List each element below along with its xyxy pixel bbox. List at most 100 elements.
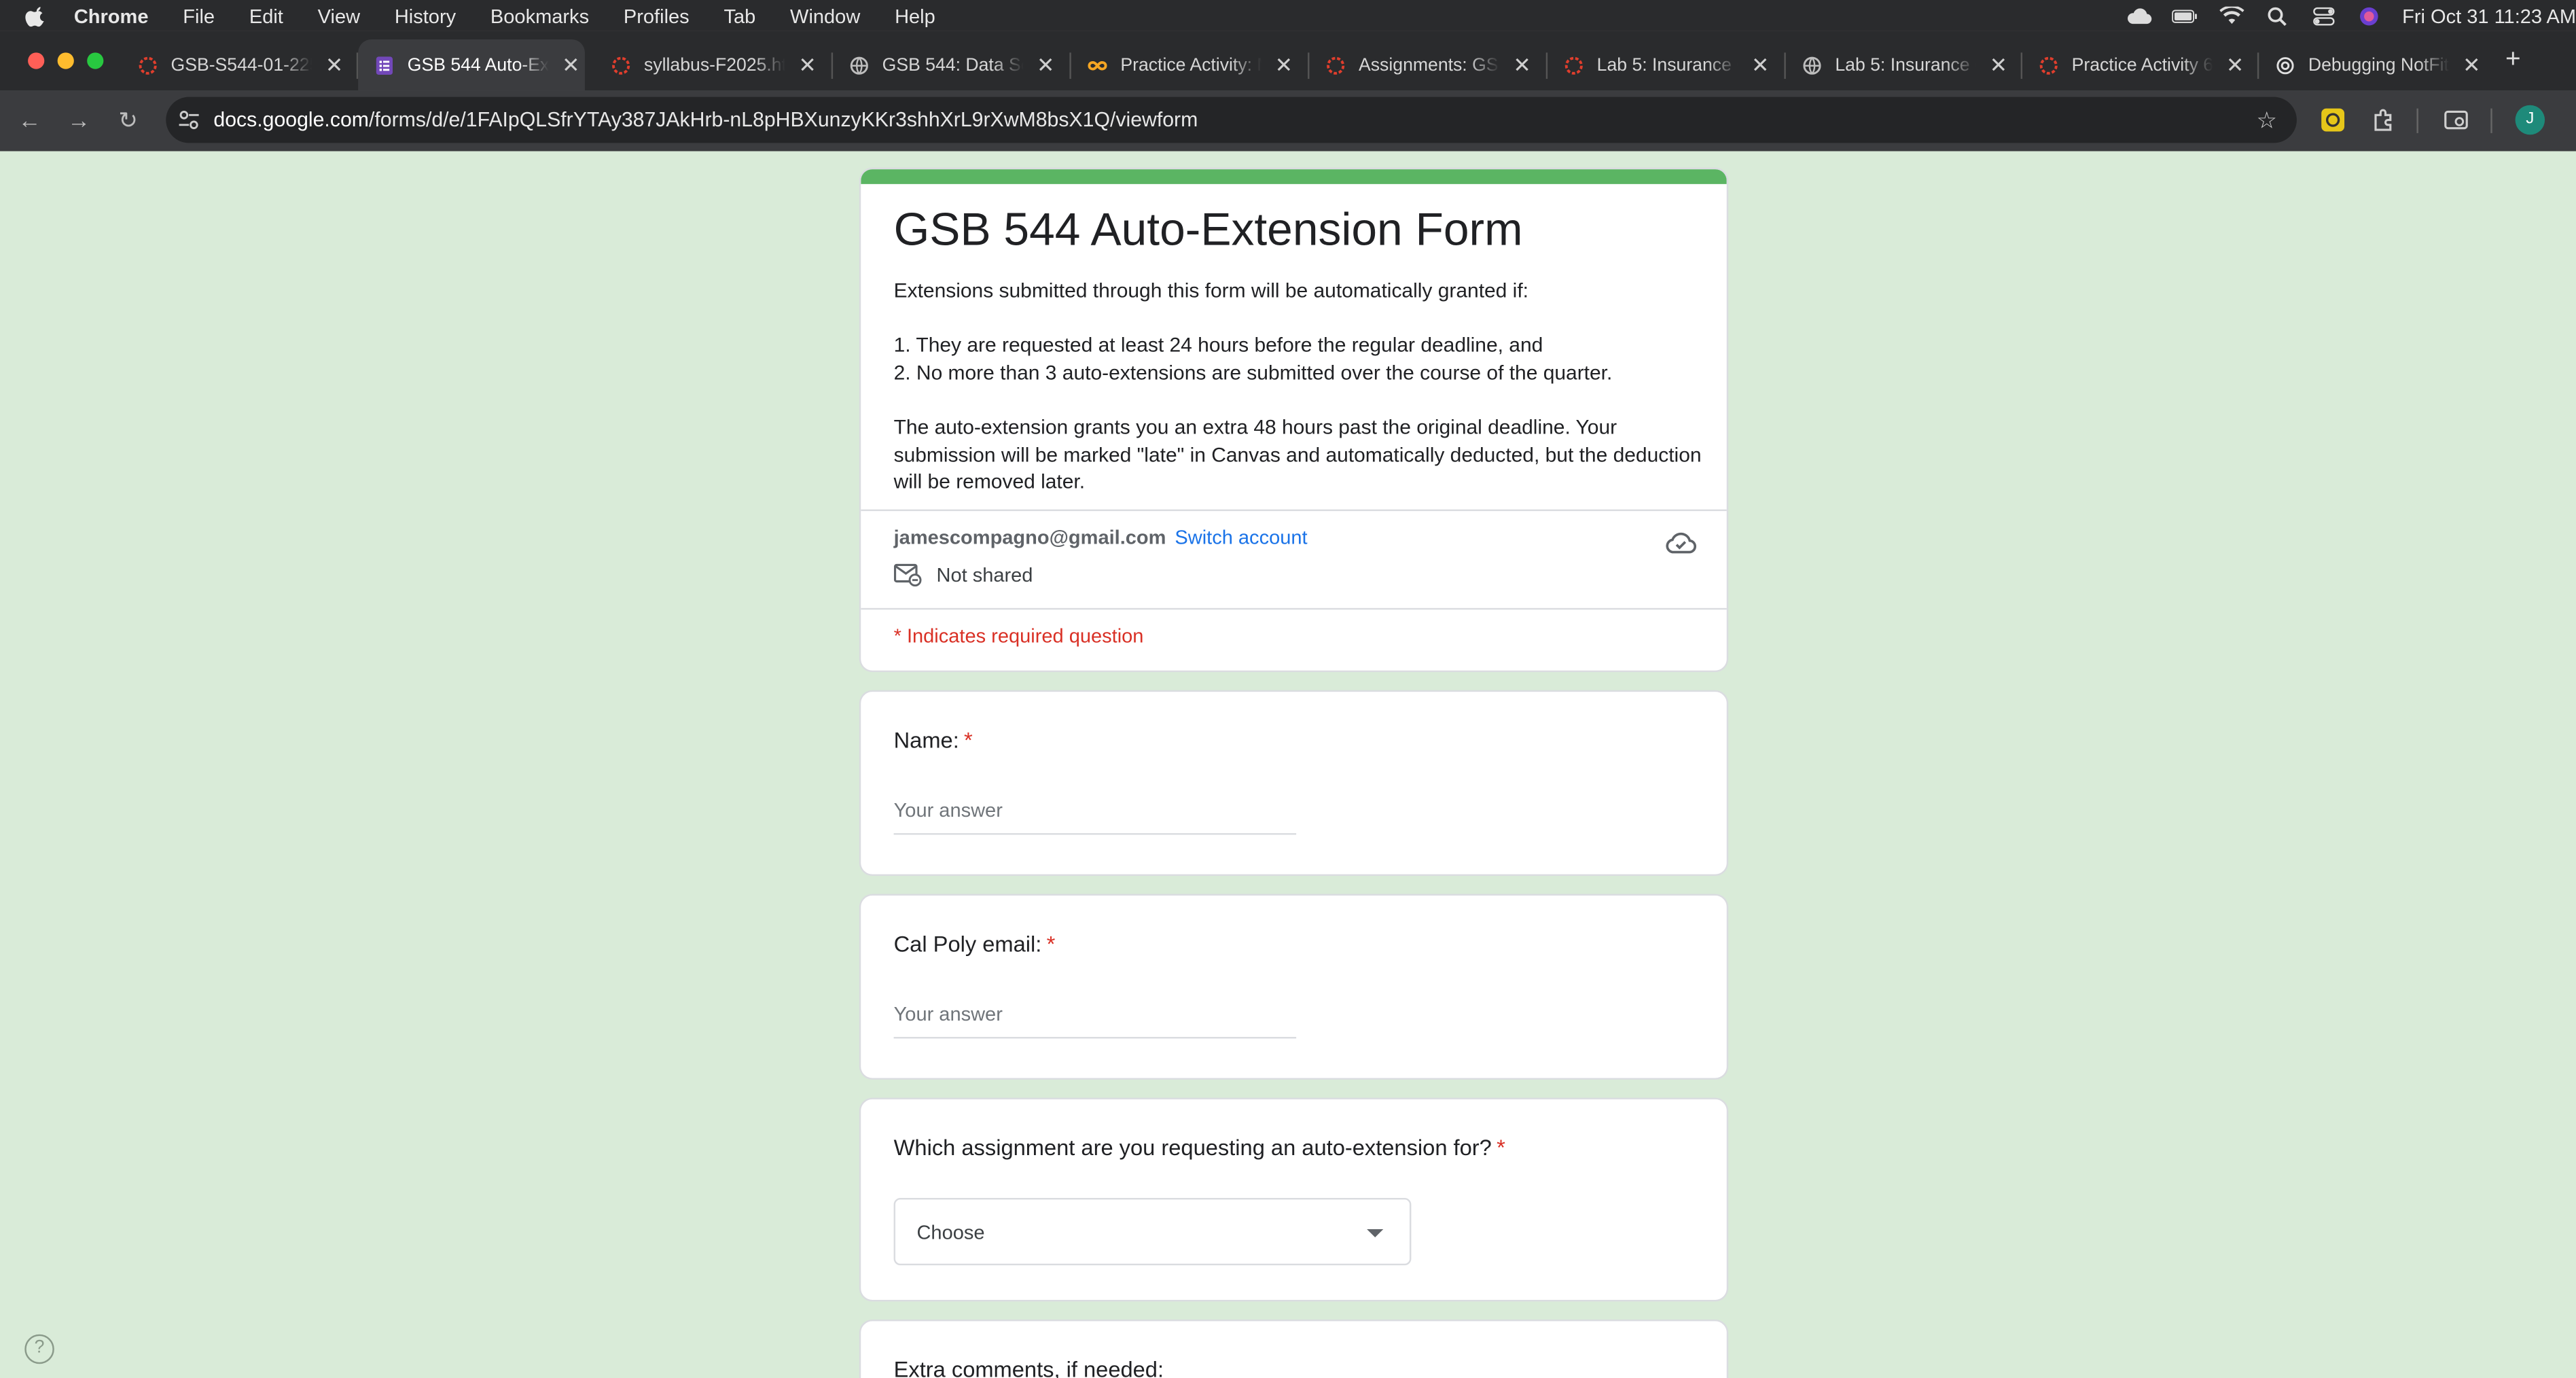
description-rule-1: 1. They are requested at least 24 hours … [893,334,1543,357]
menu-bookmarks[interactable]: Bookmarks [490,4,589,27]
question-name-label: Name: * [893,728,973,753]
canvas-icon [1564,56,1583,74]
new-tab-button[interactable]: + [2505,46,2521,76]
icloud-icon[interactable] [2126,4,2153,27]
back-arrow-icon[interactable]: ← [16,107,43,133]
close-icon[interactable]: ✕ [1275,52,1293,78]
close-window-button[interactable] [28,52,45,69]
menu-help[interactable]: Help [895,4,935,27]
description-intro: Extensions submitted through this form w… [893,279,1529,302]
cloud-saved-icon [1666,532,1696,554]
siri-icon[interactable] [2356,4,2382,27]
close-icon[interactable]: ✕ [1990,52,2007,78]
menu-tab[interactable]: Tab [723,4,755,27]
dropdown-selected-value: Choose [916,1220,985,1243]
menu-bar-clock[interactable]: Fri Oct 31 11:23 AM [2402,4,2576,27]
tab-assignments[interactable]: Assignments: GSB 544 ✕ [1309,39,1536,90]
question-assignment-card: Which assignment are you requesting an a… [859,1097,1729,1302]
required-asterisk: * [1046,932,1056,957]
close-icon[interactable]: ✕ [2226,52,2244,78]
tab-gsb-544-data-science[interactable]: GSB 544: Data Science ✕ [833,39,1060,90]
close-icon[interactable]: ✕ [2463,52,2480,78]
question-name-card: Name: * Your answer [859,690,1729,877]
description-paragraph-line-3: will be removed later. [893,470,1086,493]
minimize-window-button[interactable] [57,52,74,69]
close-icon[interactable]: ✕ [325,52,343,78]
switch-account-link[interactable]: Switch account [1175,526,1307,549]
menu-edit[interactable]: Edit [249,4,283,27]
google-forms-icon [376,56,393,74]
menu-profiles[interactable]: Profiles [624,4,690,27]
globe-icon [850,56,868,74]
extension-badge-icon[interactable] [2320,107,2346,133]
tab-debugging-notfitted[interactable]: Debugging NotFitted ✕ [2259,39,2486,90]
canvas-icon [1327,56,1345,74]
description-paragraph-line-1: The auto-extension grants you an extra 4… [893,415,1617,439]
help-icon[interactable]: ? [24,1334,54,1364]
tab-auto-extension-form[interactable]: GSB 544 Auto-Extension ✕ [358,39,585,91]
menu-view[interactable]: View [318,4,360,27]
tab-gsb-s544-canvas[interactable]: GSB-S544-01-2258 ✕ [122,39,348,90]
close-icon[interactable]: ✕ [562,52,579,78]
form-accent-bar [861,169,1727,184]
mail-not-shared-icon [893,563,922,587]
openai-icon [2276,56,2294,74]
battery-icon[interactable] [2172,4,2199,27]
bookmark-star-icon[interactable]: ☆ [2257,107,2277,135]
form-description: Extensions submitted through this form w… [893,278,1702,496]
spotlight-search-icon[interactable] [2264,4,2291,27]
tab-syllabus[interactable]: syllabus-F2025.html ✕ [594,39,821,90]
canvas-icon [2039,56,2058,74]
required-question-note: * Indicates required question [893,624,1144,648]
tab-strip: GSB-S544-01-2258 ✕ GSB 544 Auto-Extensio… [0,31,2576,91]
description-paragraph-line-2: submission will be marked "late" in Canv… [893,442,1702,466]
close-icon[interactable]: ✕ [798,52,816,78]
control-center-icon[interactable] [2310,4,2337,27]
close-icon[interactable]: ✕ [1037,52,1054,78]
globe-icon [1803,56,1821,74]
window-controls [28,52,104,69]
assignment-dropdown[interactable]: Choose [893,1198,1412,1266]
question-email-card: Cal Poly email: * Your answer [859,894,1729,1080]
not-shared-notice: Not shared [893,563,1033,587]
required-asterisk: * [1497,1135,1505,1161]
tab-lab-5-canvas[interactable]: Lab 5: Insurance Costs ✕ [1548,39,1774,90]
dropdown-caret-icon [1367,1229,1384,1238]
menu-app-name[interactable]: Chrome [74,4,149,27]
question-comments-label: Extra comments, if needed: [893,1357,1164,1378]
tab-practice-activity-6[interactable]: Practice Activity 6 ✕ [2022,39,2249,90]
address-bar[interactable]: docs.google.com/forms/d/e/1FAIpQLSfrYTAy… [166,96,2297,143]
close-icon[interactable]: ✕ [1513,52,1531,78]
form-title: GSB 544 Auto-Extension Form [893,203,1523,255]
menu-window[interactable]: Window [790,4,860,27]
extensions-puzzle-icon[interactable] [2371,107,2397,133]
canvas-icon [612,56,630,74]
site-info-icon[interactable] [177,109,200,132]
question-email-label: Cal Poly email: * [893,932,1056,957]
reload-icon[interactable]: ↻ [115,107,141,133]
menu-file[interactable]: File [183,4,215,27]
question-assignment-label: Which assignment are you requesting an a… [893,1135,1505,1161]
macos-menu-bar: Chrome File Edit View History Bookmarks … [0,0,2576,31]
apple-icon[interactable] [24,4,48,27]
question-comments-card: Extra comments, if needed: [859,1319,1729,1378]
form-header-card: GSB 544 Auto-Extension Form Extensions s… [859,167,1729,673]
tab-lab-5-web[interactable]: Lab 5: Insurance Costs ✕ [1786,39,2013,90]
close-icon[interactable]: ✕ [1751,52,1769,78]
canvas-icon [139,56,157,74]
reading-mode-icon[interactable] [2443,107,2469,133]
profile-avatar[interactable]: J [2515,105,2545,135]
wifi-icon[interactable] [2218,4,2244,27]
browser-toolbar: ← → ↻ docs.google.com/forms/d/e/1FAIpQLS… [0,90,2576,152]
account-email: jamescompagno@gmail.com [893,525,1166,549]
menu-history[interactable]: History [395,4,456,27]
forward-arrow-icon[interactable]: → [66,107,92,133]
url-text[interactable]: docs.google.com/forms/d/e/1FAIpQLSfrYTAy… [213,109,1198,132]
account-line: jamescompagno@gmail.com Switch account [894,526,1308,549]
zoom-window-button[interactable] [87,52,104,69]
required-asterisk: * [964,728,973,753]
tab-practice-activity-model[interactable]: Practice Activity: Model ✕ [1071,39,1298,90]
cal-poly-email-input[interactable]: Your answer [893,1002,1297,1039]
infinity-icon [1088,60,1107,70]
name-input[interactable]: Your answer [893,798,1297,835]
